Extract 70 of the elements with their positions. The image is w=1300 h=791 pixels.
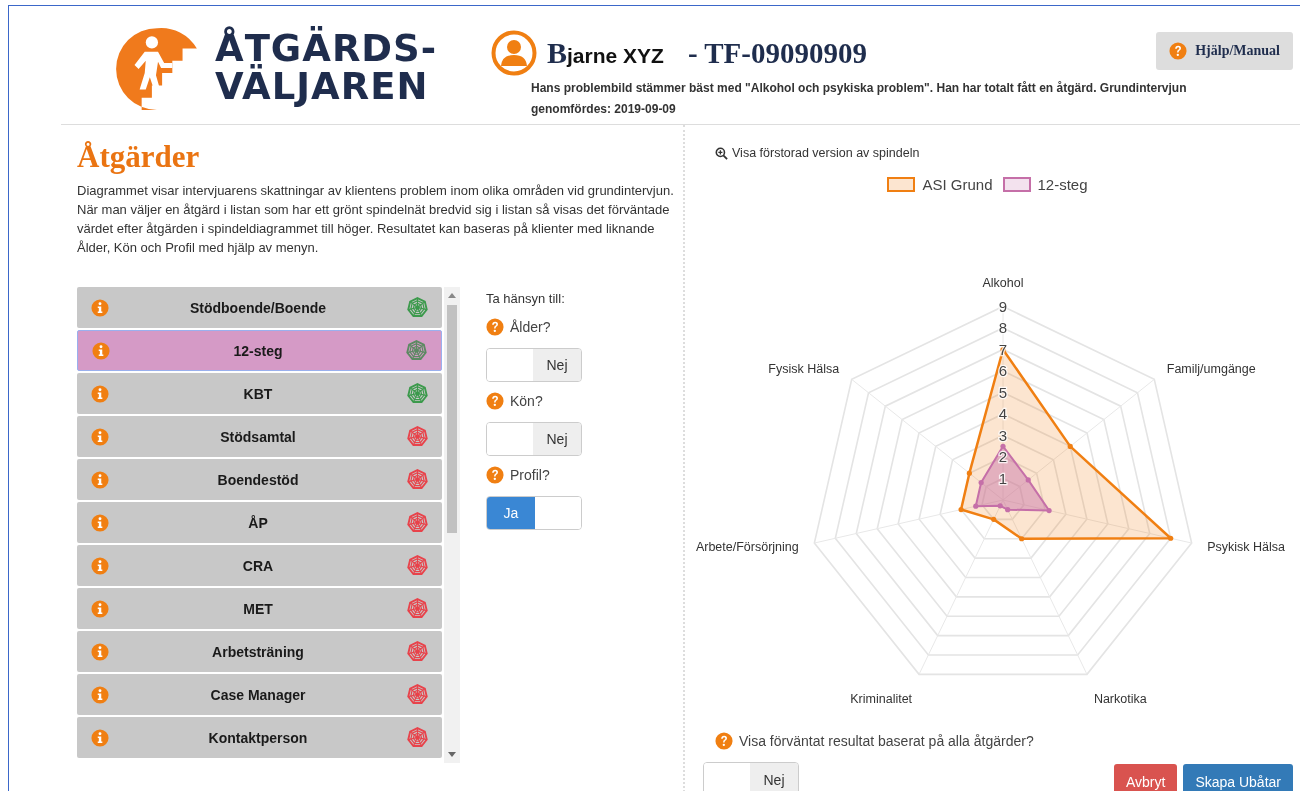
create-button[interactable]: Skapa Ubåtar (1183, 764, 1293, 791)
toggle-switch[interactable]: Nej (486, 348, 582, 382)
client-name: Bjarne XYZ (547, 36, 664, 70)
axis-label: Kriminalitet (850, 691, 913, 706)
axis-label: Arbete/Försörjning (695, 539, 799, 554)
zoom-in-icon[interactable] (715, 146, 728, 160)
measure-item[interactable]: ÅP (77, 502, 442, 543)
measure-item[interactable]: Stödsamtal (77, 416, 442, 457)
info-icon[interactable] (92, 341, 110, 360)
filter-title: Ta hänsyn till: (486, 291, 566, 306)
info-icon[interactable] (91, 384, 109, 403)
legend-label: ASI Grund (922, 176, 993, 193)
question-label: Visa förväntat resultat baserat på alla åtgärder? (739, 733, 1034, 749)
info-icon[interactable] (91, 728, 109, 747)
filter-label: Profil? (510, 467, 550, 483)
legend-item[interactable]: ASI Grund (887, 176, 993, 193)
info-icon[interactable] (91, 470, 109, 489)
info-icon[interactable] (91, 427, 109, 446)
toggle-switch[interactable]: Nej (703, 762, 799, 791)
scrollbar[interactable] (444, 287, 460, 763)
user-avatar-icon (491, 30, 537, 76)
scale-label: 5 (998, 383, 1008, 401)
measure-item[interactable]: Case Manager (77, 674, 442, 715)
help-icon[interactable] (715, 732, 733, 750)
info-icon[interactable] (91, 685, 109, 704)
filter-label: Ålder? (510, 319, 551, 335)
info-icon[interactable] (91, 513, 109, 532)
axis-label: Alkohol (982, 275, 1024, 290)
info-icon[interactable] (91, 556, 109, 575)
description-text: Diagrammet visar intervjuarens skattningar av klientens problem inom olika områden vid grundintervjun. När man väljer en åtgärd i listan som har ett grönt spindelnät bredvid sig i listan så visas det förväntade värdet efter åtgärden i spindeldiagrammet till höger. Resultatet kan baseras på klienter med liknande Ålder, Kön och Profil med hjälp av menyn. (77, 182, 675, 257)
scale-label: 1 (998, 469, 1008, 487)
measure-item[interactable]: Boendestöd (77, 459, 442, 500)
measure-item[interactable]: Kontaktperson (77, 717, 442, 758)
client-id: - TF-09090909 (687, 36, 867, 70)
measure-item[interactable]: MET (77, 588, 442, 629)
scale-label: 3 (998, 426, 1008, 444)
measure-item[interactable]: CRA (77, 545, 442, 586)
scale-label: 4 (998, 405, 1008, 422)
scrollbar-thumb[interactable] (447, 305, 457, 533)
scale-label: 8 (998, 319, 1008, 336)
help-icon[interactable] (486, 392, 504, 410)
scale-label: 6 (998, 362, 1008, 379)
info-icon[interactable] (91, 599, 109, 618)
toggle-switch[interactable]: Nej (486, 422, 582, 456)
client-summary: Hans problembild stämmer bäst med "Alkohol och psykiska problem". Han har totalt fått en åtgärd. Grundintervjun genomfördes: 2019-09-09 (531, 80, 1188, 118)
info-icon[interactable] (91, 298, 109, 317)
cancel-button[interactable]: Avbryt (1113, 764, 1178, 791)
axis-label: Narkotika (1093, 691, 1147, 706)
help-button[interactable]: Hjälp/Manual (1156, 32, 1293, 70)
scale-label: 9 (998, 297, 1008, 315)
axis-label: Familj/umgänge (1166, 362, 1256, 377)
scroll-up-icon[interactable] (448, 293, 456, 298)
legend-label: 12-steg (1037, 176, 1088, 193)
measure-item[interactable]: KBT (77, 373, 442, 414)
measure-item[interactable]: Arbetsträning (77, 631, 442, 672)
info-icon[interactable] (91, 642, 109, 661)
toggle-switch[interactable]: Ja (486, 496, 582, 530)
measure-item[interactable]: Stödboende/Boende (77, 287, 442, 328)
scale-label: 2 (998, 448, 1008, 465)
help-icon[interactable] (486, 466, 504, 484)
scroll-down-icon[interactable] (448, 752, 456, 757)
help-icon (1169, 42, 1188, 60)
measure-item[interactable]: 12-steg (77, 330, 442, 371)
axis-label: Psykisk Hälsa (1207, 539, 1286, 554)
axis-label: Fysisk Hälsa (768, 362, 840, 377)
page-title: Åtgärder (77, 139, 201, 175)
zoom-link[interactable]: Visa förstorad version av spindeln (732, 146, 920, 160)
help-icon[interactable] (486, 318, 504, 336)
legend-item[interactable]: 12-steg (1002, 176, 1088, 193)
filter-label: Kön? (510, 393, 543, 409)
